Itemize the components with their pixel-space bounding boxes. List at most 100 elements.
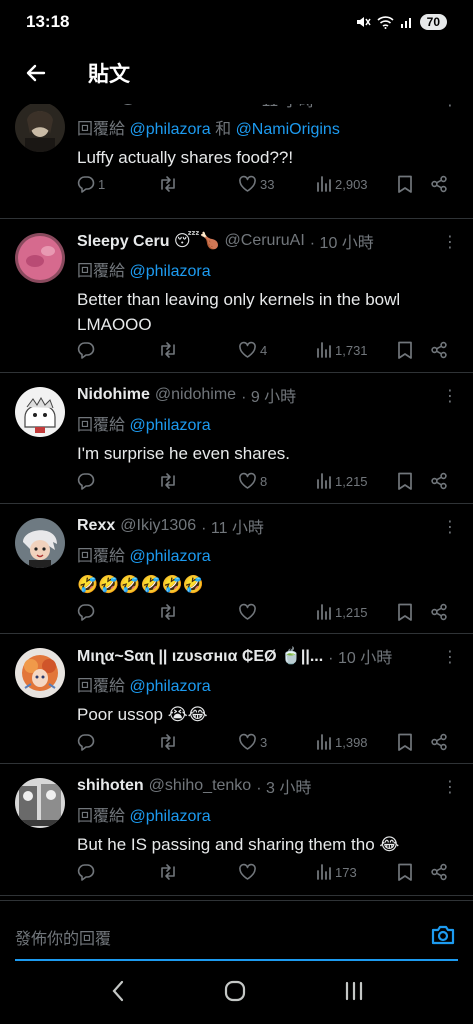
author-name[interactable]: Sleepy Ceru 😴🍗: [77, 231, 220, 251]
reply-to-line: 回覆給 @philazora: [77, 257, 459, 281]
views-button[interactable]: 1,215: [316, 603, 368, 621]
views-button[interactable]: 2,903: [316, 175, 368, 193]
reply-button[interactable]: [77, 863, 98, 881]
replies-feed[interactable]: Loko @LokoBokoMoko · 11 小時 ⋮ 回覆給 @philazora …: [0, 104, 473, 899]
retweet-button[interactable]: [158, 863, 181, 881]
view-count: 1,215: [335, 604, 368, 620]
avatar[interactable]: [15, 387, 65, 437]
bookmark-button[interactable]: [397, 472, 413, 491]
reply-content: Nidohime @nidohime · 9 小時 ⋮ 回覆給 @philazora I'…: [77, 384, 459, 466]
more-button[interactable]: ⋮: [442, 517, 459, 537]
post-time: · 11 小時: [201, 520, 264, 537]
bookmark-button[interactable]: [397, 341, 413, 360]
avatar[interactable]: [15, 518, 65, 568]
author-handle[interactable]: @Ikiy1306: [120, 517, 196, 535]
nav-recents-button[interactable]: [342, 979, 366, 1008]
more-button[interactable]: ⋮: [442, 232, 459, 252]
retweet-button[interactable]: [158, 175, 181, 193]
reply-button[interactable]: [77, 341, 98, 359]
more-button[interactable]: ⋮: [442, 777, 459, 797]
views-button[interactable]: 1,398: [316, 733, 368, 751]
retweet-button[interactable]: [158, 603, 181, 621]
mention-link[interactable]: @philazora: [129, 808, 210, 825]
share-button[interactable]: [430, 863, 448, 881]
share-button[interactable]: [430, 341, 448, 359]
views-button[interactable]: 1,215: [316, 472, 368, 490]
avatar[interactable]: [15, 233, 65, 283]
bookmark-button[interactable]: [397, 603, 413, 622]
mute-icon: [356, 17, 371, 27]
reply-text: Better than leaving only kernels in the …: [77, 290, 401, 334]
like-button[interactable]: [238, 863, 260, 881]
author-name[interactable]: Loko: [77, 104, 115, 108]
reply-button[interactable]: [77, 603, 98, 621]
author-name[interactable]: Nidohime: [77, 386, 150, 404]
reply-card[interactable]: Rexx @Ikiy1306 · 11 小時 ⋮ 回覆給 @philazora 🤣🤣🤣🤣🤣…: [0, 504, 473, 634]
author-name[interactable]: shihoten: [77, 777, 144, 795]
reply-text: 🤣🤣🤣🤣🤣🤣: [77, 575, 205, 594]
author-handle[interactable]: @CeruruAI: [225, 232, 305, 250]
retweet-button[interactable]: [158, 472, 181, 490]
reply-button[interactable]: [77, 472, 98, 490]
retweet-button[interactable]: [158, 733, 181, 751]
views-button[interactable]: 173: [316, 863, 357, 881]
reply-content: Loko @LokoBokoMoko · 11 小時 ⋮ 回覆給 @philazora …: [77, 104, 459, 170]
reply-content: Rexx @Ikiy1306 · 11 小時 ⋮ 回覆給 @philazora 🤣🤣🤣🤣🤣…: [77, 515, 459, 597]
reply-card[interactable]: Loko @LokoBokoMoko · 11 小時 ⋮ 回覆給 @philazora …: [0, 104, 473, 219]
back-button[interactable]: [22, 59, 50, 87]
mention-link[interactable]: @philazora: [129, 263, 210, 280]
reply-prefix: 回覆給: [77, 263, 126, 280]
author-name[interactable]: Mιɳα~Sαɳ || ιzυѕσнια ₵ЕØ 🍵||...: [77, 646, 323, 666]
like-button[interactable]: [238, 603, 260, 621]
author-line: Loko @LokoBokoMoko · 11 小時: [77, 104, 459, 110]
reply-card[interactable]: Sleepy Ceru 😴🍗 @CeruruAI · 10 小時 ⋮ 回覆給 @phil…: [0, 219, 473, 373]
camera-button[interactable]: [430, 923, 456, 952]
mention-link[interactable]: @NamiOrigins: [236, 121, 340, 138]
input-underline: [15, 959, 458, 961]
action-bar: 4 1,731: [0, 339, 473, 361]
share-button[interactable]: [430, 603, 448, 621]
author-name[interactable]: Rexx: [77, 517, 115, 535]
nav-home-button[interactable]: [223, 979, 247, 1008]
share-button[interactable]: [430, 472, 448, 490]
like-button[interactable]: 4: [238, 341, 267, 359]
bookmark-icon: [398, 603, 412, 621]
nav-back-button[interactable]: [108, 979, 128, 1008]
avatar[interactable]: [15, 778, 65, 828]
retweet-button[interactable]: [158, 341, 181, 359]
reply-text: I'm surprise he even shares.: [77, 444, 291, 463]
like-button[interactable]: 8: [238, 472, 267, 490]
bookmark-button[interactable]: [397, 175, 413, 194]
mention-link[interactable]: @philazora: [129, 548, 210, 565]
mention-link[interactable]: @philazora: [129, 121, 210, 138]
mention-link[interactable]: @philazora: [129, 417, 210, 434]
avatar[interactable]: [15, 648, 65, 698]
more-dots-icon: ⋮: [442, 234, 459, 251]
author-handle[interactable]: @shiho_tenko: [149, 777, 252, 795]
avatar[interactable]: [15, 104, 65, 152]
retweet-icon: [161, 734, 175, 750]
share-button[interactable]: [430, 733, 448, 751]
reply-card[interactable]: shihoten @shiho_tenko · 3 小時 ⋮ 回覆給 @philazor…: [0, 764, 473, 896]
status-time: 13:18: [26, 12, 70, 31]
mention-link[interactable]: @philazora: [129, 678, 210, 695]
reply-card[interactable]: Nidohime @nidohime · 9 小時 ⋮ 回覆給 @philazora I'…: [0, 373, 473, 504]
bookmark-button[interactable]: [397, 863, 413, 882]
author-handle[interactable]: @LokoBokoMoko: [120, 104, 247, 108]
like-button[interactable]: 33: [238, 175, 274, 193]
author-handle[interactable]: @nidohime: [155, 386, 236, 404]
share-button[interactable]: [430, 175, 448, 193]
more-button[interactable]: ⋮: [442, 386, 459, 406]
reply-to-line: 回覆給 @philazora: [77, 411, 459, 435]
reply-to-line: 回覆給 @philazora: [77, 542, 459, 566]
reply-input[interactable]: 發佈你的回覆: [15, 925, 111, 949]
reply-button[interactable]: 1: [77, 175, 105, 193]
reply-card[interactable]: Mιɳα~Sαɳ || ιzυѕσнια ₵ЕØ 🍵||... · 10 小時 ⋮ 回…: [0, 634, 473, 764]
more-button[interactable]: ⋮: [442, 647, 459, 667]
more-button[interactable]: ⋮: [442, 104, 459, 110]
home-circle-icon: [224, 980, 245, 1001]
bookmark-button[interactable]: [397, 733, 413, 752]
views-button[interactable]: 1,731: [316, 341, 368, 359]
like-button[interactable]: 3: [238, 733, 267, 751]
reply-button[interactable]: [77, 733, 98, 751]
